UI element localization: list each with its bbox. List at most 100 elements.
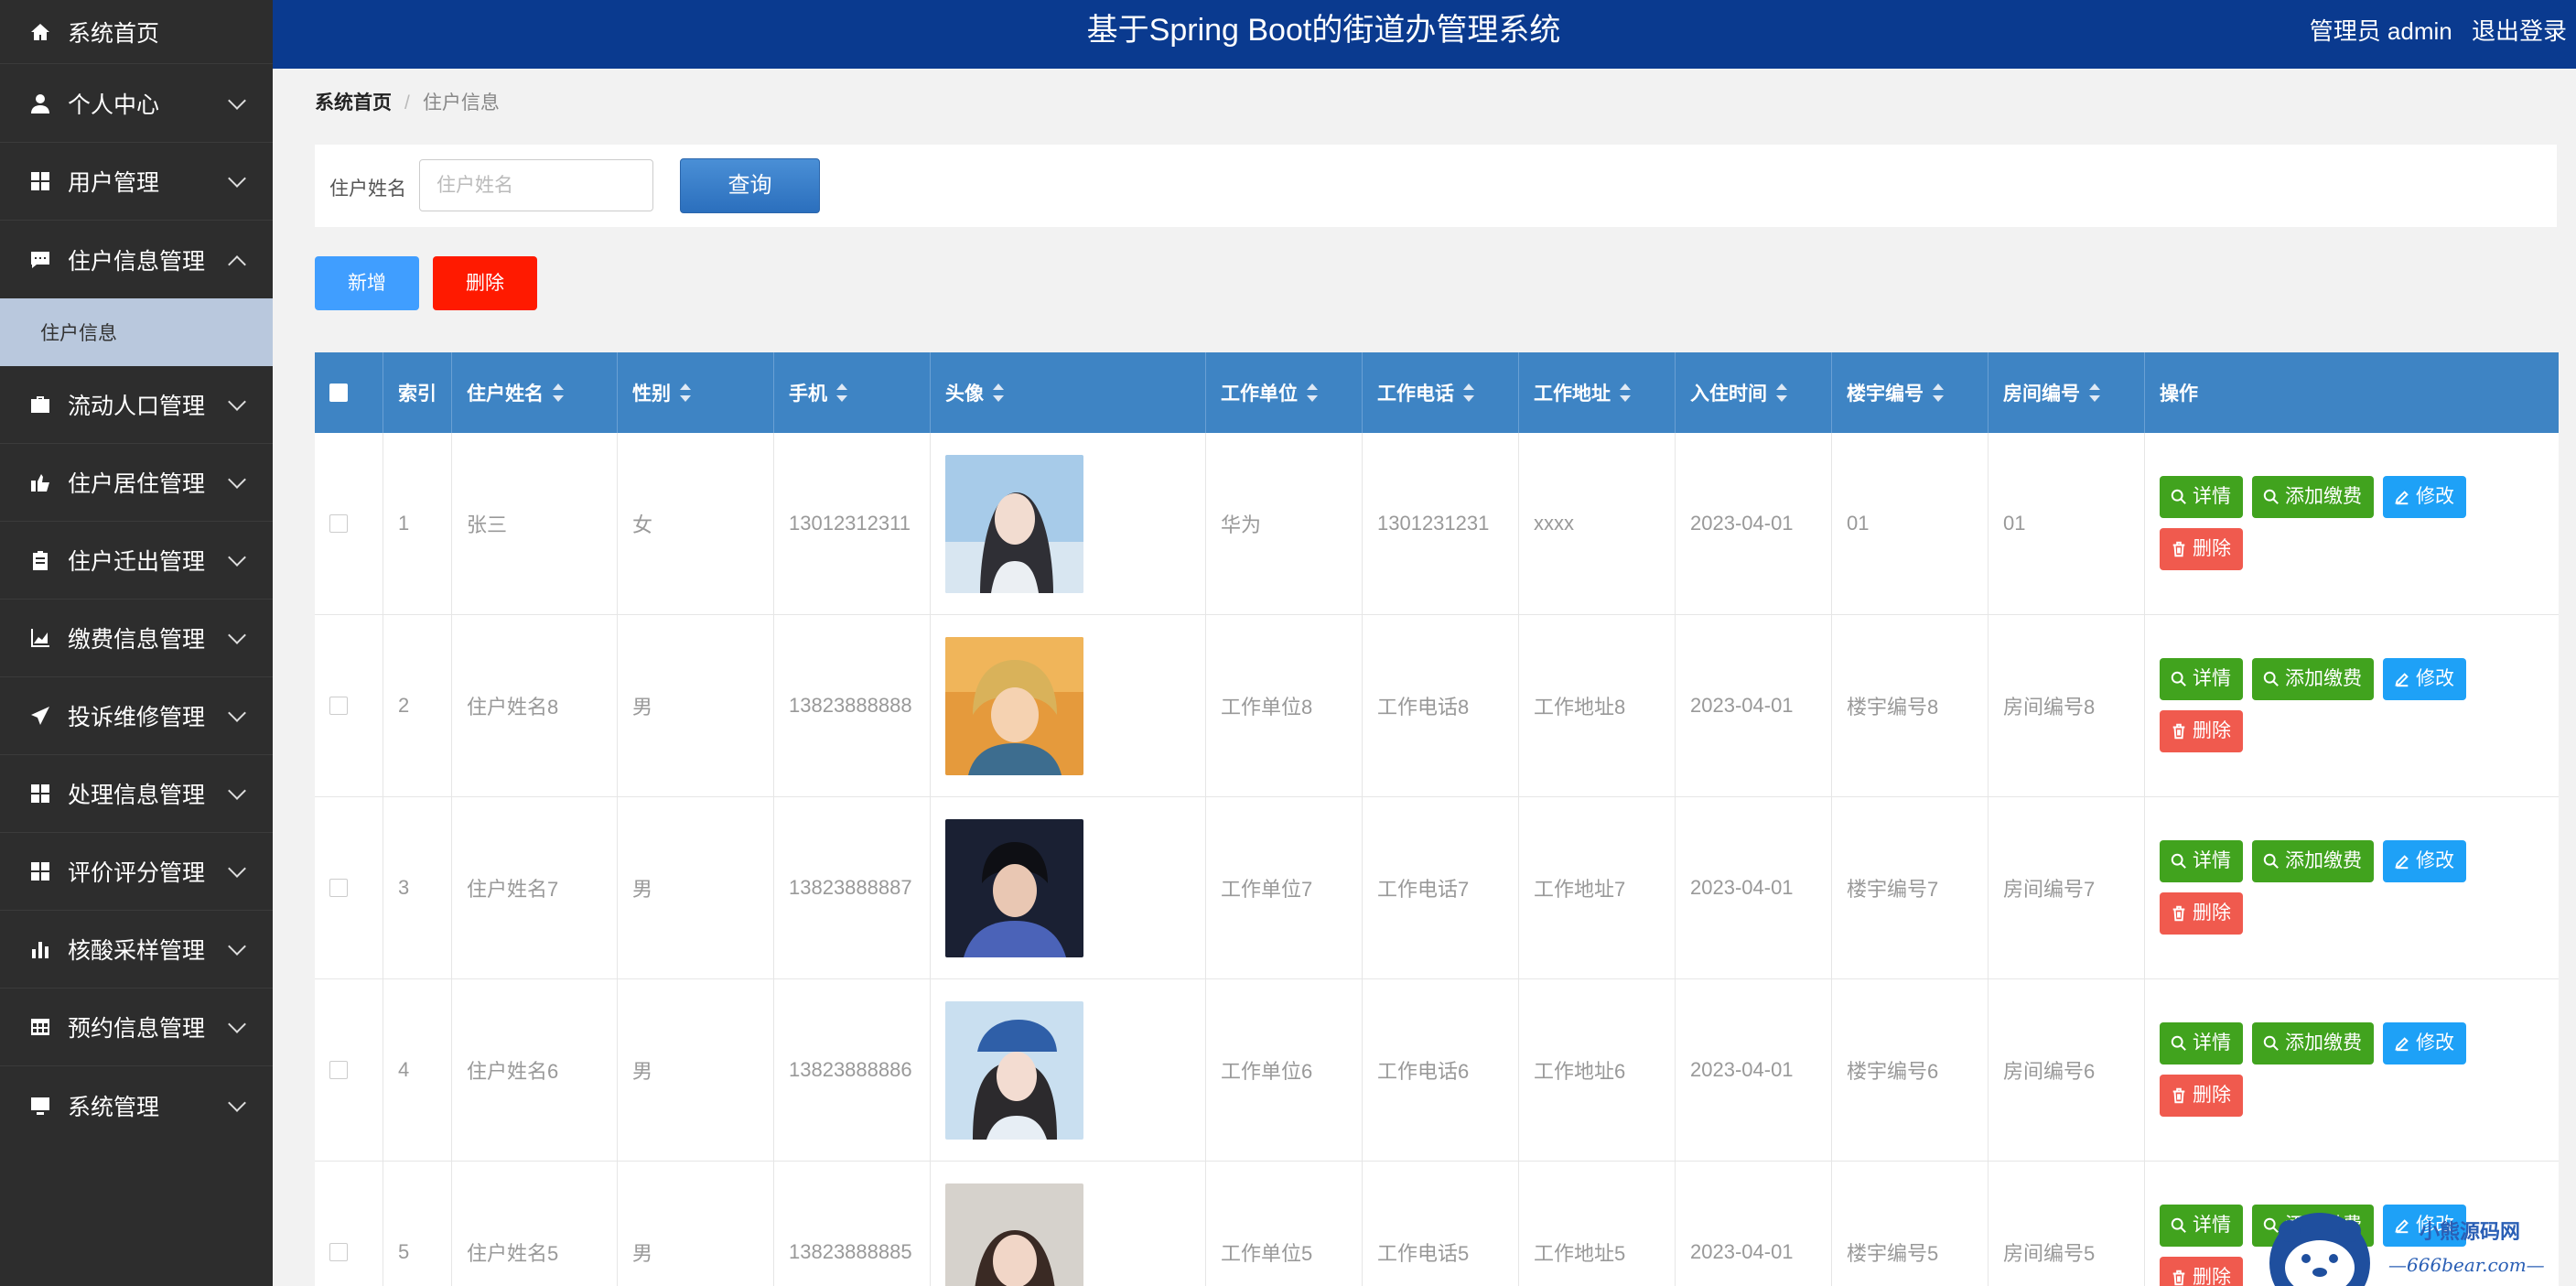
cell-index: 5 [383, 1162, 452, 1286]
sidebar-item-complaint-repair[interactable]: 投诉维修管理 [0, 677, 273, 755]
chevron-down-icon [228, 704, 246, 722]
add-fee-button[interactable]: 添加缴费 [2252, 476, 2374, 518]
sort-icon[interactable] [1776, 384, 1787, 402]
detail-button[interactable]: 详情 [2160, 1205, 2243, 1247]
cell-room-no: 房间编号5 [1989, 1162, 2145, 1286]
column-header-label: 头像 [945, 384, 984, 405]
detail-button[interactable]: 详情 [2160, 840, 2243, 882]
column-header-work-phone[interactable]: 工作电话 [1363, 352, 1519, 433]
row-checkbox[interactable] [329, 879, 348, 897]
logout-link[interactable]: 退出登录 [2472, 17, 2567, 45]
detail-button[interactable]: 详情 [2160, 1022, 2243, 1064]
detail-button[interactable]: 详情 [2160, 476, 2243, 518]
button-label: 添加缴费 [2285, 1032, 2362, 1054]
cell-index: 1 [383, 433, 452, 614]
row-select-cell [315, 797, 383, 978]
sort-icon[interactable] [553, 384, 564, 402]
add-button[interactable]: 新增 [315, 256, 419, 310]
batch-delete-button[interactable]: 删除 [433, 256, 537, 310]
sidebar-item-user-management[interactable]: 用户管理 [0, 143, 273, 221]
sidebar-item-label: 系统管理 [68, 1094, 160, 1120]
breadcrumb-home[interactable]: 系统首页 [315, 92, 392, 113]
sidebar-item-personal-center[interactable]: 个人中心 [0, 64, 273, 143]
sidebar-subitem-resident-info[interactable]: 住户信息 [0, 298, 273, 366]
column-header-label: 性别 [632, 384, 671, 405]
cell-avatar [931, 433, 1206, 614]
column-header-gender[interactable]: 性别 [618, 352, 774, 433]
cell-avatar [931, 979, 1206, 1161]
cell-phone: 13823888887 [774, 797, 931, 978]
delete-row-button[interactable]: 删除 [2160, 528, 2243, 570]
sort-icon[interactable] [1463, 384, 1474, 402]
trash-icon [2171, 541, 2187, 557]
add-fee-button[interactable]: 添加缴费 [2252, 658, 2374, 700]
column-header-label: 入住时间 [1690, 384, 1767, 405]
column-header-work-unit[interactable]: 工作单位 [1206, 352, 1363, 433]
column-header-checkin-date[interactable]: 入住时间 [1676, 352, 1832, 433]
column-header-work-address[interactable]: 工作地址 [1519, 352, 1676, 433]
delete-row-button[interactable]: 删除 [2160, 1075, 2243, 1117]
sidebar-item-payment-management[interactable]: 缴费信息管理 [0, 600, 273, 677]
row-checkbox[interactable] [329, 1243, 348, 1261]
sidebar-item-processing-info[interactable]: 处理信息管理 [0, 755, 273, 833]
button-label: 修改 [2416, 668, 2454, 689]
pencil-icon [2394, 489, 2410, 505]
resident-name-search-input[interactable] [419, 159, 653, 211]
grid-icon [29, 170, 51, 192]
sidebar-item-appointment-management[interactable]: 预约信息管理 [0, 989, 273, 1066]
sidebar-item-system-management[interactable]: 系统管理 [0, 1066, 273, 1144]
cell-work-address: xxxx [1519, 433, 1676, 614]
cell-work-address: 工作地址8 [1519, 615, 1676, 796]
delete-row-button[interactable]: 删除 [2160, 1257, 2243, 1286]
chat-icon [29, 249, 51, 271]
edit-button[interactable]: 修改 [2383, 658, 2466, 700]
chevron-down-icon [228, 470, 246, 489]
select-all-checkbox[interactable] [329, 384, 348, 402]
sidebar-subitem-label: 住户信息 [40, 323, 117, 344]
cell-checkin-date: 2023-04-01 [1676, 979, 1832, 1161]
sort-icon[interactable] [836, 384, 847, 402]
row-checkbox[interactable] [329, 1061, 348, 1079]
cell-checkin-date: 2023-04-01 [1676, 797, 1832, 978]
sidebar-item-floating-population[interactable]: 流动人口管理 [0, 366, 273, 444]
edit-button[interactable]: 修改 [2383, 840, 2466, 882]
delete-row-button[interactable]: 删除 [2160, 892, 2243, 935]
button-label: 删除 [2193, 538, 2231, 559]
cell-gender: 男 [618, 615, 774, 796]
column-header-room-no[interactable]: 房间编号 [1989, 352, 2145, 433]
sort-icon[interactable] [2089, 384, 2100, 402]
sidebar-item-home[interactable]: 系统首页 [0, 0, 273, 64]
add-fee-button[interactable]: 添加缴费 [2252, 840, 2374, 882]
briefcase-icon [29, 394, 51, 416]
chevron-down-icon [228, 782, 246, 800]
watermark-text: 小熊源码网 [2420, 1220, 2521, 1244]
edit-button[interactable]: 修改 [2383, 476, 2466, 518]
column-header-building-no[interactable]: 楼宇编号 [1832, 352, 1989, 433]
column-header-avatar[interactable]: 头像 [931, 352, 1206, 433]
home-icon [29, 21, 51, 43]
sidebar-item-residence-management[interactable]: 住户居住管理 [0, 444, 273, 522]
sort-icon[interactable] [1933, 384, 1944, 402]
column-header-phone[interactable]: 手机 [774, 352, 931, 433]
detail-button[interactable]: 详情 [2160, 658, 2243, 700]
search-icon [2171, 489, 2187, 505]
sort-icon[interactable] [680, 384, 691, 402]
row-checkbox[interactable] [329, 514, 348, 533]
search-button[interactable]: 查询 [680, 158, 820, 213]
column-header-name[interactable]: 住户姓名 [452, 352, 618, 433]
sidebar-item-move-out-management[interactable]: 住户迁出管理 [0, 522, 273, 600]
sort-icon[interactable] [1620, 384, 1631, 402]
sidebar-item-resident-info-management[interactable]: 住户信息管理 [0, 221, 273, 298]
cell-work-unit: 工作单位8 [1206, 615, 1363, 796]
edit-button[interactable]: 修改 [2383, 1022, 2466, 1064]
add-fee-button[interactable]: 添加缴费 [2252, 1022, 2374, 1064]
sidebar-item-nucleic-sampling[interactable]: 核酸采样管理 [0, 911, 273, 989]
sort-icon[interactable] [993, 384, 1004, 402]
clipboard-icon [29, 549, 51, 571]
avatar [945, 454, 1083, 593]
sort-icon[interactable] [1307, 384, 1318, 402]
sidebar-item-rating-management[interactable]: 评价评分管理 [0, 833, 273, 911]
chevron-down-icon [228, 548, 246, 567]
row-checkbox[interactable] [329, 697, 348, 715]
delete-row-button[interactable]: 删除 [2160, 710, 2243, 752]
